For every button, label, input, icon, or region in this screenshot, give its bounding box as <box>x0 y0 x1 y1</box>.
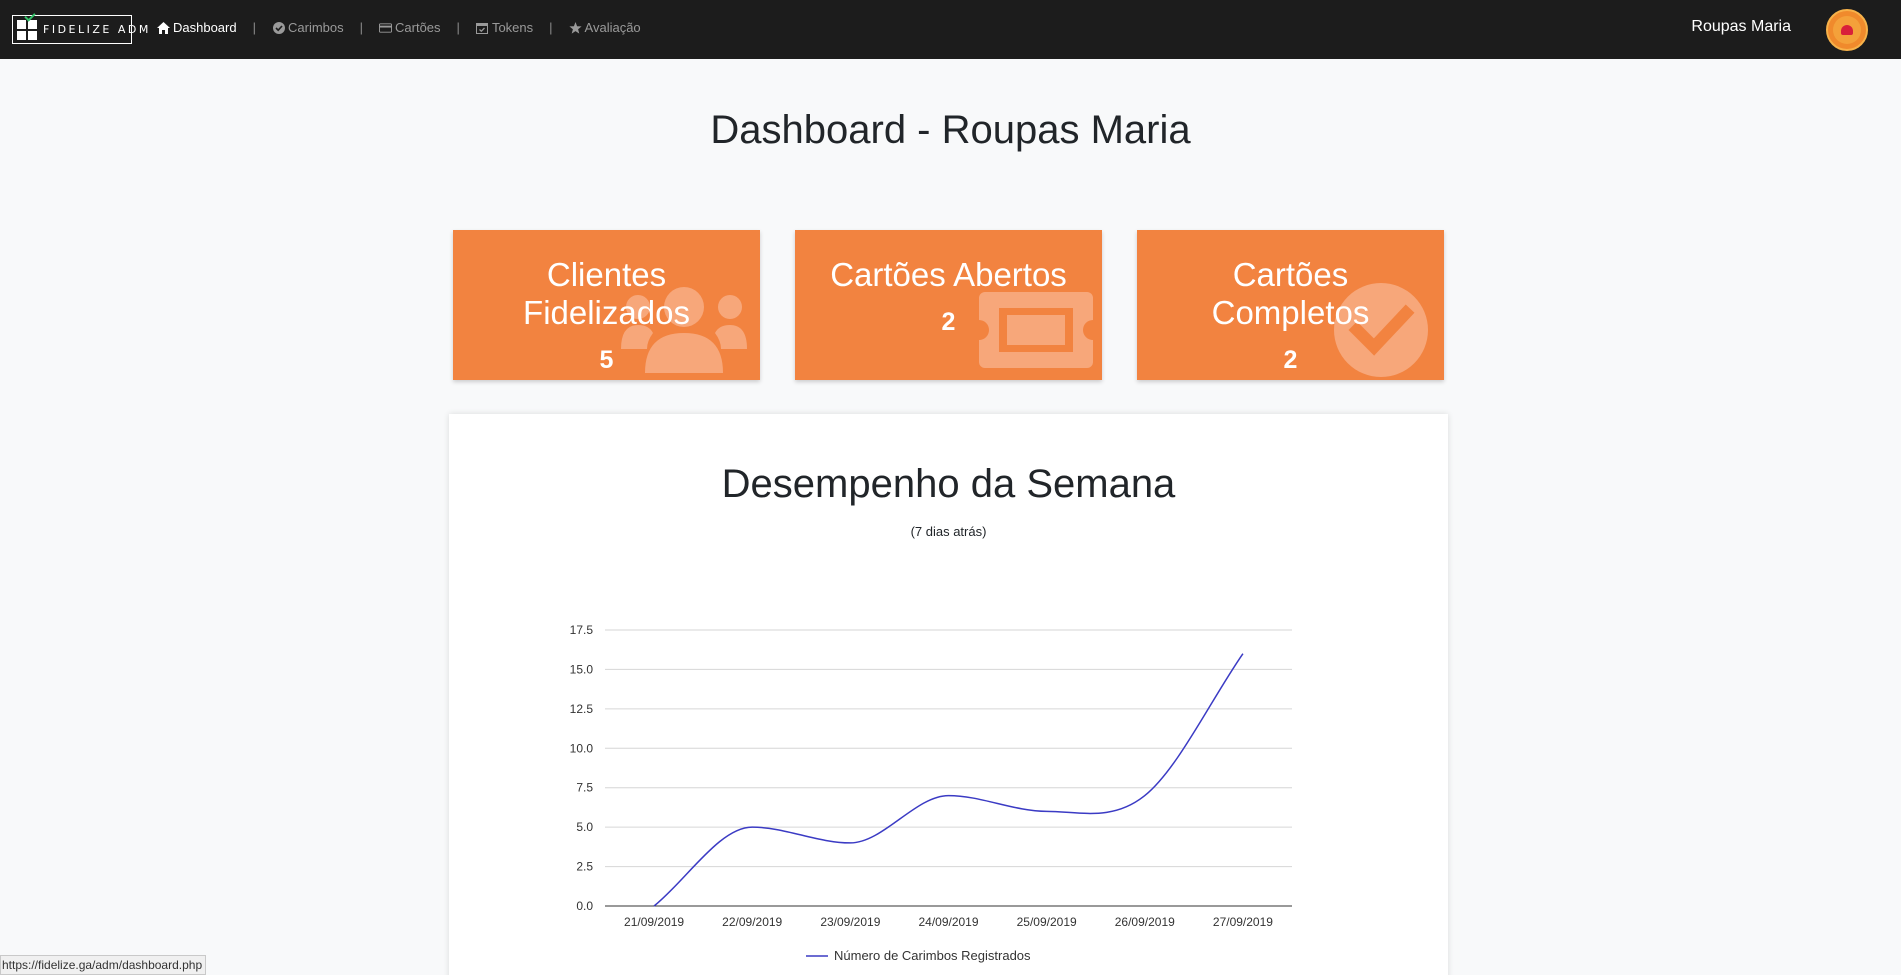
y-tick-label: 2.5 <box>576 860 593 874</box>
calendar-check-icon <box>476 22 489 34</box>
y-tick-label: 7.5 <box>576 781 593 795</box>
card-cartoes-abertos[interactable]: Cartões Abertos 2 <box>795 230 1102 380</box>
nav-item-avaliacao[interactable]: Avaliação <box>568 20 641 35</box>
card-title: Cartões Completos <box>1137 256 1444 332</box>
card-title-line: Cartões <box>1232 256 1349 293</box>
main-nav: Dashboard | Carimbos | Cartões | Tokens … <box>157 20 641 35</box>
nav-label-carimbos: Carimbos <box>288 20 344 35</box>
series-line <box>653 653 1244 907</box>
card-title-line: Completos <box>1211 294 1370 331</box>
chart-panel: Desempenho da Semana (7 dias atrás) 0.0 2… <box>449 414 1448 975</box>
check-circle-icon <box>272 21 285 34</box>
nav-item-carimbos[interactable]: Carimbos <box>272 20 344 35</box>
card-title: Clientes Fidelizados <box>453 256 760 332</box>
x-tick-label: 22/09/2019 <box>722 915 782 929</box>
y-tick-label: 5.0 <box>576 820 593 834</box>
card-title-line: Cartões Abertos <box>830 256 1067 293</box>
legend-label: Número de Carimbos Registrados <box>834 948 1031 963</box>
nav-label-dashboard: Dashboard <box>173 20 237 35</box>
nav-label-avaliacao: Avaliação <box>584 20 641 35</box>
y-tick-label: 12.5 <box>570 702 594 716</box>
nav-item-dashboard[interactable]: Dashboard <box>157 20 237 35</box>
card-clientes-fidelizados[interactable]: Clientes Fidelizados 5 <box>453 230 760 380</box>
card-icon <box>379 22 393 33</box>
x-tick-label: 26/09/2019 <box>1115 915 1175 929</box>
y-tick-label: 15.0 <box>570 662 594 676</box>
brand-text: FIDELIZE ADM <box>43 23 151 36</box>
nav-separator: | <box>456 20 460 35</box>
y-tick-label: 0.0 <box>576 899 593 913</box>
card-value: 2 <box>941 308 956 336</box>
store-logo-avatar[interactable] <box>1826 9 1868 51</box>
nav-separator: | <box>252 20 256 35</box>
x-tick-label: 24/09/2019 <box>918 915 978 929</box>
fidelize-logo-icon <box>17 9 37 40</box>
y-tick-label: 10.0 <box>570 741 594 755</box>
nav-separator: | <box>549 20 553 35</box>
nav-item-tokens[interactable]: Tokens <box>476 20 533 35</box>
user-name[interactable]: Roupas Maria <box>1691 18 1791 36</box>
top-navbar: FIDELIZE ADM Dashboard | Carimbos | Cart… <box>0 0 1901 59</box>
card-title: Cartões Abertos <box>795 256 1102 294</box>
page-title: Dashboard - Roupas Maria <box>710 108 1191 152</box>
nav-separator: | <box>359 20 364 35</box>
card-value: 5 <box>599 346 614 374</box>
card-title-line: Clientes <box>546 256 667 293</box>
home-icon <box>157 21 170 34</box>
star-icon <box>568 21 582 34</box>
y-tick-label: 17.5 <box>570 623 594 637</box>
x-tick-label: 25/09/2019 <box>1017 915 1077 929</box>
nav-item-cartoes[interactable]: Cartões <box>379 20 441 35</box>
nav-label-cartoes: Cartões <box>395 20 441 35</box>
nav-label-tokens: Tokens <box>491 20 534 35</box>
line-chart: 0.0 2.5 5.0 7.5 10.0 12.5 15.0 17.5 21/09/2019 22… <box>570 623 1292 963</box>
x-tick-label: 21/09/2019 <box>624 915 684 929</box>
card-title-line: Fidelizados <box>523 294 690 331</box>
card-value: 2 <box>1283 346 1298 374</box>
card-cartoes-completos[interactable]: Cartões Completos 2 <box>1137 230 1444 380</box>
x-tick-label: 27/09/2019 <box>1213 915 1273 929</box>
brand-logo[interactable]: FIDELIZE ADM <box>12 9 148 44</box>
status-bar-url: https://fidelize.ga/adm/dashboard.php <box>0 955 207 975</box>
x-tick-label: 23/09/2019 <box>820 915 880 929</box>
